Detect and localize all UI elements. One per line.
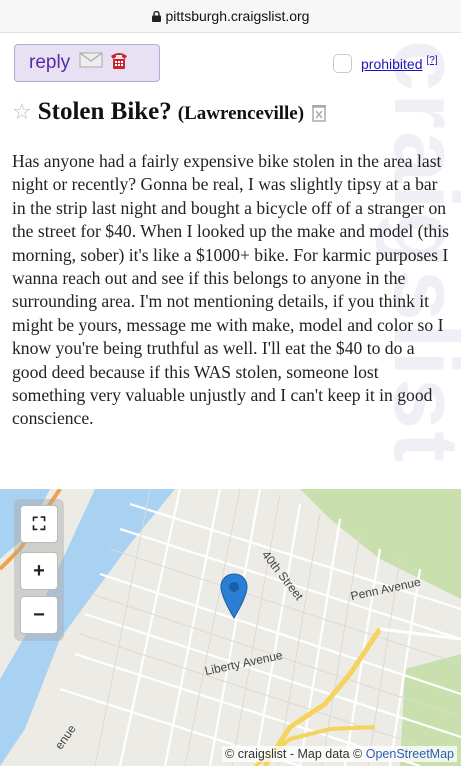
url-text: pittsburgh.craigslist.org [165, 8, 310, 24]
help-link[interactable]: [?] [427, 55, 438, 66]
address-bar[interactable]: pittsburgh.craigslist.org [0, 0, 461, 33]
openstreetmap-link[interactable]: OpenStreetMap [366, 747, 454, 761]
map-zoom-out-button[interactable]: − [20, 596, 58, 634]
envelope-icon [79, 52, 103, 74]
prohibited-checkbox[interactable] [333, 54, 352, 73]
attribution-text: © craigslist - Map data © [225, 747, 363, 761]
phone-icon [109, 50, 129, 76]
post-body: Has anyone had a fairly expensive bike s… [12, 151, 449, 429]
hide-trash-icon[interactable] [311, 104, 327, 127]
lock-icon [151, 10, 161, 22]
post-neighborhood: (Lawrenceville) [177, 103, 305, 124]
favorite-star-icon[interactable]: ☆ [12, 100, 32, 125]
prohibited-link[interactable]: prohibited [361, 56, 423, 72]
flag-prohibited: prohibited [?] [333, 54, 438, 73]
map-zoom-in-button[interactable]: + [20, 552, 58, 590]
fullscreen-icon: ⛶ [32, 513, 46, 534]
map-fullscreen-button[interactable]: ⛶ [20, 505, 58, 543]
location-pin-icon[interactable] [219, 572, 249, 625]
post-title-row: ☆ Stolen Bike? (Lawrenceville) [12, 98, 327, 126]
reply-button[interactable]: reply [14, 44, 160, 82]
minus-icon: − [33, 603, 45, 626]
post-title: Stolen Bike? [37, 98, 172, 125]
plus-icon: + [33, 559, 45, 582]
map-attribution: © craigslist - Map data © OpenStreetMap [222, 746, 457, 762]
reply-label: reply [29, 52, 71, 73]
